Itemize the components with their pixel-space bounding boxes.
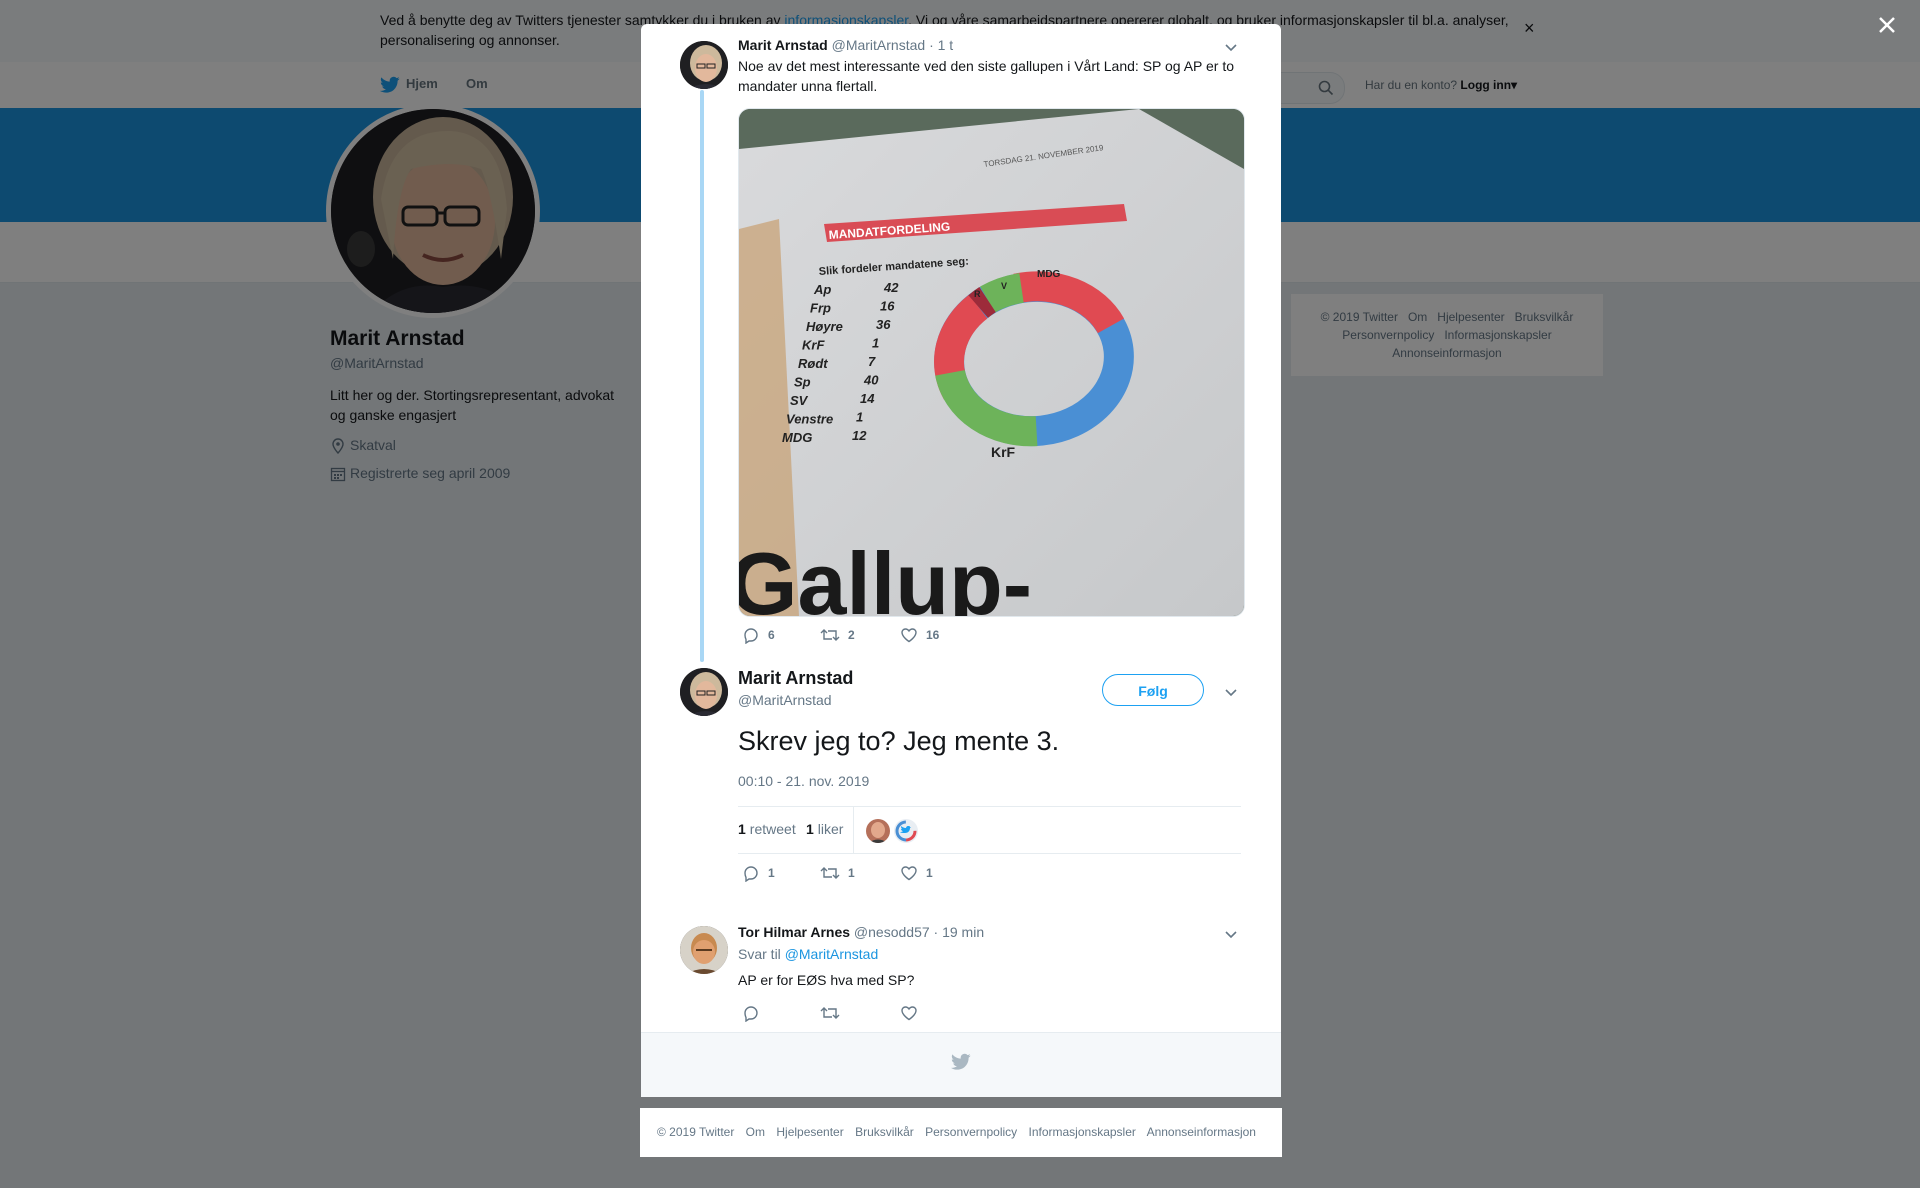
party-name: MDG <box>782 430 812 445</box>
footer-link[interactable]: Informasjonskapsler <box>1029 1125 1136 1139</box>
like-button[interactable] <box>900 1004 926 1022</box>
parent-text: Noe av det mest interessante ved den sis… <box>738 58 1235 94</box>
donut-label: R <box>974 289 981 299</box>
chevron-down-icon[interactable] <box>1224 927 1238 945</box>
footer-link[interactable]: Bruksvilkår <box>855 1125 914 1139</box>
retweet-icon <box>820 629 840 641</box>
bottom-footer: © 2019 Twitter Om Hjelpesenter Bruksvilk… <box>640 1108 1282 1157</box>
party-seats: 1 <box>856 410 863 425</box>
donut-label: KrF <box>991 444 1016 460</box>
donut-label: V <box>1001 281 1007 291</box>
party-seats: 16 <box>880 299 895 314</box>
reply-icon <box>744 866 758 883</box>
reply-text: AP er for EØS hva med SP? <box>738 972 915 988</box>
footer-link[interactable]: Om <box>746 1125 765 1139</box>
reply-to-link[interactable]: @MaritArnstad <box>785 946 879 962</box>
main-tweet-timestamp[interactable]: 00:10 - 21. nov. 2019 <box>738 773 869 789</box>
reply-author-name[interactable]: Tor Hilmar Arnes <box>738 924 850 940</box>
tweet-stats: 1 retweet 1 liker <box>738 806 1241 854</box>
retweet-button[interactable]: 2 <box>820 626 855 644</box>
main-avatar[interactable] <box>680 668 728 716</box>
retweet-icon <box>820 867 840 879</box>
main-author-handle[interactable]: @MaritArnstad <box>738 692 832 708</box>
image-big-text: Gallup- <box>739 534 1032 616</box>
reply-icon <box>744 628 758 645</box>
like-icon <box>901 1006 917 1021</box>
like-icon <box>901 866 917 881</box>
modal-footer <box>641 1032 1281 1097</box>
reply-to-line: Svar til @MaritArnstad <box>738 946 879 962</box>
party-name: SV <box>790 393 809 408</box>
thread-line <box>700 90 704 662</box>
reply-button[interactable]: 6 <box>742 626 775 645</box>
reply-icon <box>744 1006 758 1023</box>
party-seats: 12 <box>852 428 867 443</box>
retweet-button[interactable] <box>820 1004 848 1022</box>
party-seats: 7 <box>868 354 876 369</box>
tweet-media-image[interactable]: TORSDAG 21. NOVEMBER 2019 MANDATFORDELIN… <box>738 108 1245 617</box>
liker-avatar[interactable] <box>866 819 890 843</box>
retweet-icon <box>820 1007 840 1019</box>
like-icon <box>901 628 917 643</box>
reply-time[interactable]: · 19 min <box>934 924 985 940</box>
party-name: Rødt <box>798 356 828 371</box>
party-name: Sp <box>794 375 811 390</box>
reply-button[interactable] <box>742 1004 768 1023</box>
twitter-bird-icon <box>951 1053 971 1076</box>
footer-link[interactable]: Hjelpesenter <box>776 1125 843 1139</box>
close-icon[interactable] <box>1872 10 1902 40</box>
follow-button[interactable]: Følg <box>1102 674 1204 706</box>
parent-avatar[interactable] <box>680 41 728 89</box>
like-button[interactable]: 1 <box>900 864 933 882</box>
footer-link[interactable]: Personvernpolicy <box>925 1125 1017 1139</box>
retweet-button[interactable]: 1 <box>820 864 855 882</box>
party-seats: 36 <box>876 317 891 332</box>
party-name: KrF <box>802 338 825 353</box>
party-seats: 14 <box>860 391 875 406</box>
reply-avatar[interactable] <box>680 926 728 974</box>
reply-button[interactable]: 1 <box>742 864 775 883</box>
retweeter-avatar[interactable] <box>894 819 918 843</box>
party-seats: 42 <box>883 280 899 295</box>
party-name: Venstre <box>786 412 833 427</box>
party-name: Frp <box>810 301 831 316</box>
party-name: Ap <box>813 282 831 297</box>
main-author-name[interactable]: Marit Arnstad <box>738 668 853 689</box>
like-stat[interactable]: 1 liker <box>806 821 843 837</box>
author-name[interactable]: Marit Arnstad <box>738 37 828 53</box>
main-tweet-text: Skrev jeg to? Jeg mente 3. <box>738 726 1060 756</box>
party-seats: 40 <box>863 373 879 388</box>
party-name: Høyre <box>806 319 843 334</box>
retweet-stat[interactable]: 1 retweet <box>738 821 796 837</box>
chevron-down-icon[interactable] <box>1224 685 1238 703</box>
footer-link[interactable]: © 2019 Twitter <box>657 1125 734 1139</box>
reply-author-handle[interactable]: @nesodd57 <box>854 924 930 940</box>
author-handle[interactable]: @MaritArnstad <box>832 37 926 53</box>
parent-header: Marit Arnstad @MaritArnstad · 1 t <box>738 37 953 53</box>
tweet-time[interactable]: · 1 t <box>929 37 953 53</box>
like-button[interactable]: 16 <box>900 626 939 644</box>
reply-header: Tor Hilmar Arnes @nesodd57 · 19 min <box>738 924 984 940</box>
stats-divider <box>853 807 854 853</box>
footer-link[interactable]: Annonseinformasjon <box>1147 1125 1256 1139</box>
donut-label: MDG <box>1037 269 1061 280</box>
party-seats: 1 <box>872 336 879 351</box>
